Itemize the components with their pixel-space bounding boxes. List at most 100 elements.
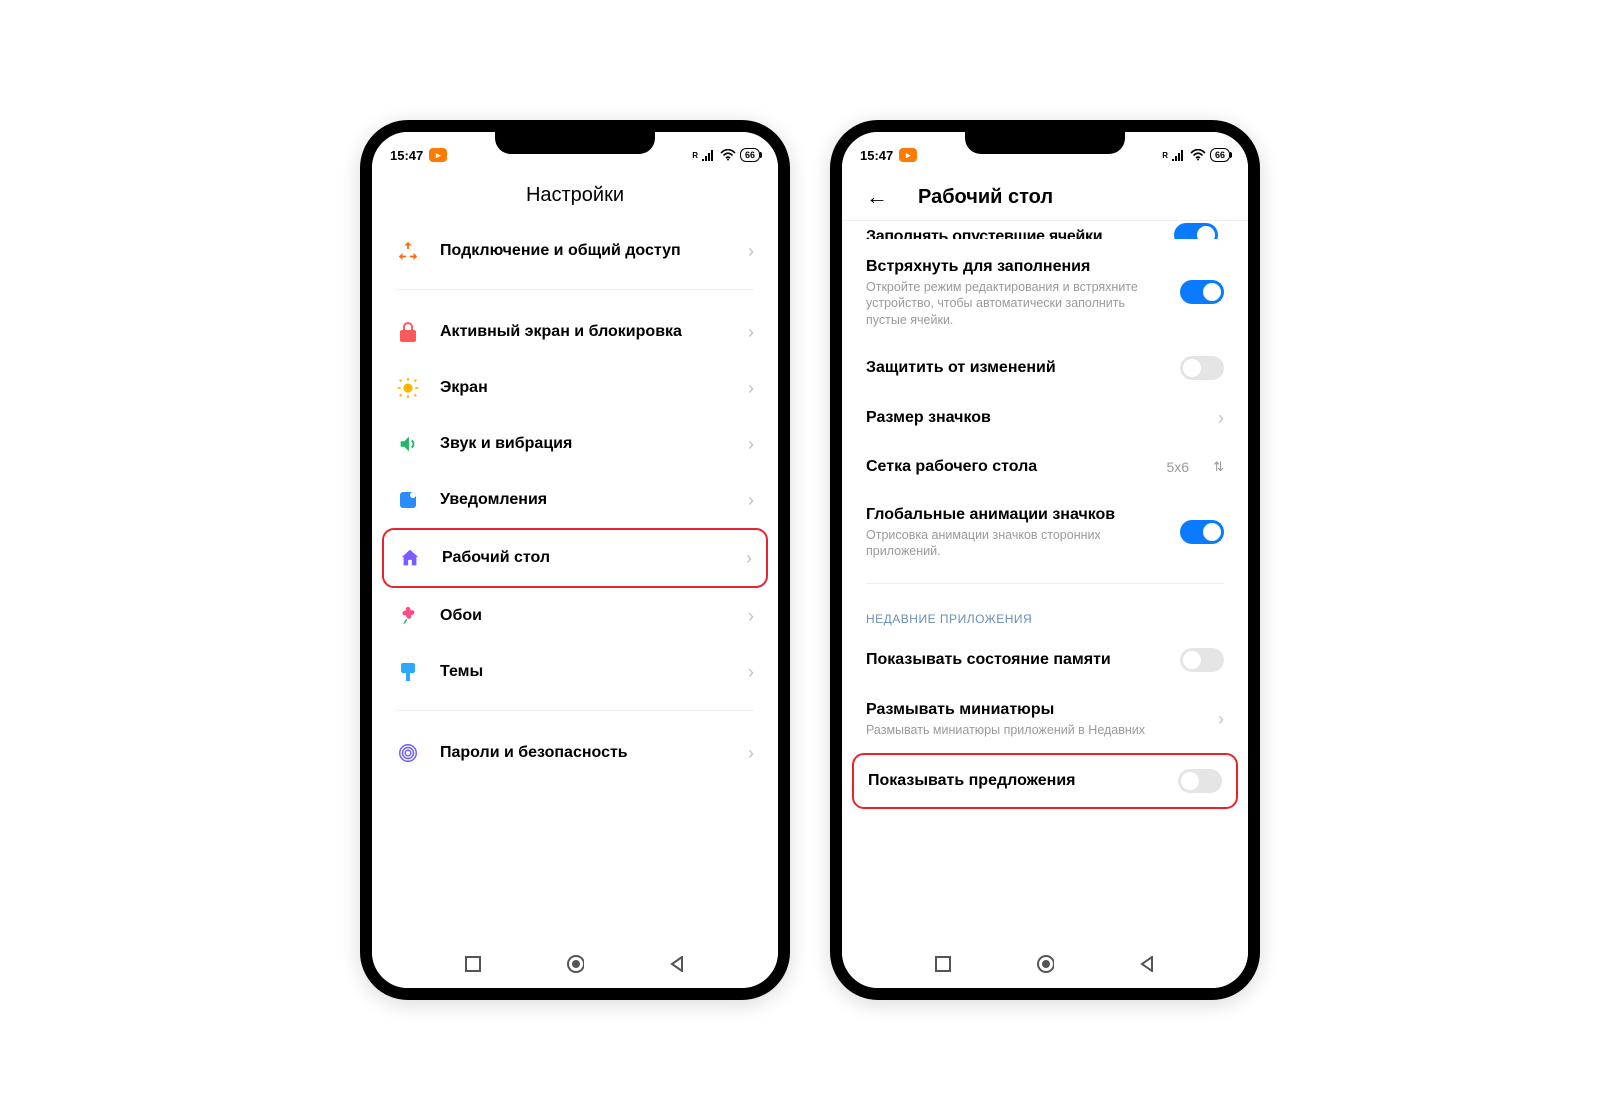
nav-home[interactable]: [566, 955, 584, 973]
home-icon: [398, 546, 422, 570]
chevron-right-icon: ›: [748, 490, 754, 511]
nav-bar: [372, 940, 778, 988]
wifi-icon: [1190, 149, 1206, 161]
page-title: Рабочий стол: [918, 186, 1053, 209]
item-blur-thumbnails[interactable]: Размывать миниатюры Размывать миниатюры …: [852, 686, 1238, 752]
nav-recents[interactable]: [464, 955, 482, 973]
item-value: 5x6: [1167, 459, 1190, 475]
back-button[interactable]: ←: [860, 184, 888, 210]
page-header: Настройки: [372, 170, 778, 223]
home-settings-list[interactable]: Заполнять опустевшие ячейки Встряхнуть д…: [842, 220, 1248, 940]
wifi-icon: [720, 149, 736, 161]
brush-icon: [396, 660, 420, 684]
fingerprint-icon: [396, 741, 420, 765]
nav-back[interactable]: [668, 955, 686, 973]
share-icon: [396, 239, 420, 263]
chevron-right-icon: ›: [748, 322, 754, 343]
chevron-right-icon: ›: [748, 662, 754, 683]
item-label: Защитить от изменений: [866, 358, 1160, 378]
signal-label: R: [692, 151, 698, 160]
nav-back[interactable]: [1138, 955, 1156, 973]
status-time: 15:47: [860, 148, 893, 163]
section-recents: НЕДАВНИЕ ПРИЛОЖЕНИЯ: [852, 598, 1238, 634]
item-label: Рабочий стол: [442, 548, 726, 568]
item-show-suggestions[interactable]: Показывать предложения: [852, 753, 1238, 809]
toggle[interactable]: [1174, 223, 1218, 239]
item-label: Пароли и безопасность: [440, 743, 728, 763]
item-label: Размер значков: [866, 408, 1198, 428]
toggle[interactable]: [1180, 280, 1224, 304]
item-sublabel: Откройте режим редактирования и встряхни…: [866, 279, 1160, 328]
flower-icon: [396, 604, 420, 628]
phone-right: 15:47 ▸ R 66 ← Рабочий стол Заполнять оп…: [830, 120, 1260, 1000]
signal-label: R: [1162, 151, 1168, 160]
item-grid[interactable]: Сетка рабочего стола 5x6 ⇅: [852, 443, 1238, 491]
nav-bar: [842, 940, 1248, 988]
item-label: Сетка рабочего стола: [866, 457, 1147, 477]
item-wallpaper[interactable]: Обои ›: [382, 588, 768, 644]
nav-recents[interactable]: [934, 955, 952, 973]
item-label: Подключение и общий доступ: [440, 241, 728, 261]
item-sublabel: Отрисовка анимации значков сторонних при…: [866, 527, 1160, 560]
chevron-right-icon: ›: [748, 743, 754, 764]
sound-icon: [396, 432, 420, 456]
chevron-right-icon: ›: [746, 548, 752, 569]
screen: 15:47 ▸ R 66 Настройки Подключение и общ…: [372, 132, 778, 988]
app-badge-icon: ▸: [429, 148, 447, 162]
item-shake-to-fill[interactable]: Встряхнуть для заполнения Откройте режим…: [852, 243, 1238, 342]
notification-icon: [396, 488, 420, 512]
item-lockscreen[interactable]: Активный экран и блокировка ›: [382, 304, 768, 360]
battery-icon: 66: [740, 148, 760, 162]
chevron-right-icon: ›: [1218, 709, 1224, 730]
chevron-right-icon: ›: [748, 241, 754, 262]
sun-icon: [396, 376, 420, 400]
battery-icon: 66: [1210, 148, 1230, 162]
item-home-screen[interactable]: Рабочий стол ›: [382, 528, 768, 588]
page-header: ← Рабочий стол: [842, 170, 1248, 226]
lock-icon: [396, 320, 420, 344]
screen: 15:47 ▸ R 66 ← Рабочий стол Заполнять оп…: [842, 132, 1248, 988]
phone-left: 15:47 ▸ R 66 Настройки Подключение и общ…: [360, 120, 790, 1000]
item-label: Экран: [440, 378, 728, 398]
chevron-right-icon: ›: [1218, 408, 1224, 429]
item-label: Активный экран и блокировка: [440, 322, 728, 342]
toggle[interactable]: [1180, 648, 1224, 672]
signal-icon: [1172, 149, 1186, 161]
item-label: Темы: [440, 662, 728, 682]
toggle[interactable]: [1178, 769, 1222, 793]
app-badge-icon: ▸: [899, 148, 917, 162]
item-themes[interactable]: Темы ›: [382, 644, 768, 700]
nav-home[interactable]: [1036, 955, 1054, 973]
item-connection-sharing[interactable]: Подключение и общий доступ ›: [382, 223, 768, 279]
divider: [866, 583, 1224, 584]
item-icon-size[interactable]: Размер значков ›: [852, 394, 1238, 443]
chevron-right-icon: ›: [748, 378, 754, 399]
item-label: Встряхнуть для заполнения: [866, 257, 1160, 277]
item-notifications[interactable]: Уведомления ›: [382, 472, 768, 528]
item-label: Звук и вибрация: [440, 434, 728, 454]
chevron-right-icon: ›: [748, 434, 754, 455]
item-label: Показывать состояние памяти: [866, 650, 1160, 670]
divider: [396, 710, 754, 711]
page-title: Настройки: [526, 184, 624, 207]
item-label: Размывать миниатюры: [866, 700, 1198, 720]
item-show-memory[interactable]: Показывать состояние памяти: [852, 634, 1238, 686]
item-label: Обои: [440, 606, 728, 626]
updown-icon: ⇅: [1213, 459, 1224, 475]
notch: [965, 130, 1125, 154]
item-protect-changes[interactable]: Защитить от изменений: [852, 342, 1238, 394]
item-sound[interactable]: Звук и вибрация ›: [382, 416, 768, 472]
item-security[interactable]: Пароли и безопасность ›: [382, 725, 768, 781]
toggle[interactable]: [1180, 520, 1224, 544]
item-global-animations[interactable]: Глобальные анимации значков Отрисовка ан…: [852, 491, 1238, 574]
toggle[interactable]: [1180, 356, 1224, 380]
item-display[interactable]: Экран ›: [382, 360, 768, 416]
settings-list[interactable]: Подключение и общий доступ › Активный эк…: [372, 223, 778, 940]
item-fill-empty-partial[interactable]: Заполнять опустевшие ячейки: [852, 221, 1238, 239]
chevron-right-icon: ›: [748, 606, 754, 627]
item-label: Глобальные анимации значков: [866, 505, 1160, 525]
item-label: Уведомления: [440, 490, 728, 510]
item-sublabel: Размывать миниатюры приложений в Недавни…: [866, 722, 1198, 738]
signal-icon: [702, 149, 716, 161]
divider: [396, 289, 754, 290]
